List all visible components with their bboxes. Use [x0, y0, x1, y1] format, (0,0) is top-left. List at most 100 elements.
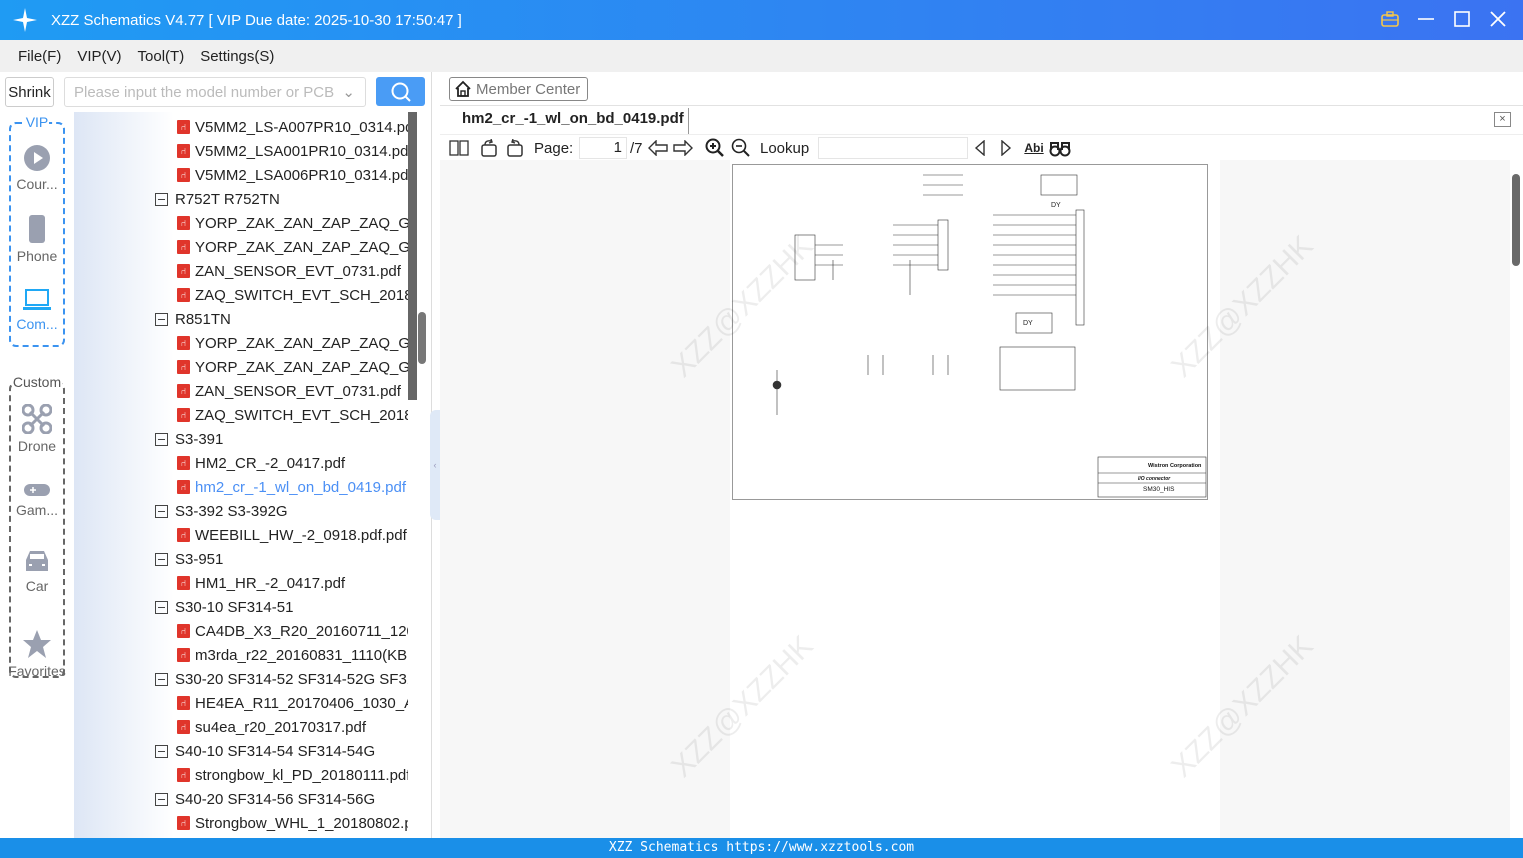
- menu-vip[interactable]: VIP(V): [77, 48, 121, 65]
- search-button[interactable]: [376, 77, 425, 106]
- tree-scrollbar[interactable]: [408, 112, 426, 838]
- tree-file-item[interactable]: ⑁ Strongbow_WHL_1_20180802.pdf: [177, 811, 418, 835]
- tree-group-item[interactable]: R851TN: [155, 307, 231, 331]
- pdf-file-icon: ⑁: [177, 816, 190, 830]
- zoom-in-icon[interactable]: [705, 135, 725, 161]
- tree-file-item[interactable]: ⑁ ZAQ_SWITCH_EVT_SCH_2018080: [177, 283, 418, 307]
- tree-item-label: WEEBILL_HW_-2_0918.pdf.pdf: [195, 526, 407, 544]
- collapse-toggle-icon[interactable]: [155, 504, 168, 518]
- tree-group-item[interactable]: S40-10 SF314-54 SF314-54G: [155, 739, 375, 763]
- rail-label: Car: [25, 578, 49, 594]
- find-previous-icon[interactable]: [972, 135, 988, 161]
- menu-file[interactable]: File(F): [18, 48, 61, 65]
- collapse-toggle-icon[interactable]: [155, 552, 168, 566]
- tree-item-label: YORP_ZAK_ZAN_ZAP_ZAQ_GLK: [195, 214, 418, 232]
- page-number-input[interactable]: 1: [579, 137, 627, 159]
- collapse-toggle-icon[interactable]: [155, 312, 168, 326]
- tree-group-item[interactable]: S30-10 SF314-51: [155, 595, 293, 619]
- viewer-scrollbar[interactable]: [1510, 160, 1523, 838]
- tab-document[interactable]: hm2_cr_-1_wl_on_bd_0419.pdf: [462, 110, 684, 127]
- pdf-file-icon: ⑁: [177, 336, 190, 350]
- tree-file-item[interactable]: ⑁ HM1_HR_-2_0417.pdf: [177, 571, 345, 595]
- model-search-input[interactable]: Please input the model number or PCB ⌄: [64, 77, 366, 107]
- tree-file-item[interactable]: ⑁ strongbow_kl_PD_20180111.pdf: [177, 763, 410, 787]
- tree-file-item[interactable]: ⑁ ZAQ_SWITCH_EVT_SCH_2018080: [177, 403, 418, 427]
- tree-item-label: R752T R752TN: [175, 190, 280, 208]
- tree-file-item[interactable]: ⑁ V5MM2_LS-A007PR10_0314.pdf: [177, 115, 418, 139]
- pdf-file-icon: ⑁: [177, 456, 190, 470]
- tree-group-item[interactable]: S3-392 S3-392G: [155, 499, 288, 523]
- pdf-file-icon: ⑁: [177, 240, 190, 254]
- tree-group-item[interactable]: R752T R752TN: [155, 187, 280, 211]
- tree-file-item[interactable]: ⑁ YORP_ZAK_ZAN_ZAP_ZAQ_GLK: [177, 235, 418, 259]
- tree-file-item[interactable]: ⑁ YORP_ZAK_ZAN_ZAP_ZAQ_GLK: [177, 211, 418, 235]
- shrink-button[interactable]: Shrink: [5, 77, 54, 107]
- tree-file-item[interactable]: ⑁ ZAN_SENSOR_EVT_0731.pdf: [177, 259, 401, 283]
- pdf-file-icon: ⑁: [177, 144, 190, 158]
- lookup-input[interactable]: [818, 137, 968, 159]
- tree-group-item[interactable]: S30-20 SF314-52 SF314-52G SF314: [155, 667, 418, 691]
- binoculars-icon[interactable]: [1049, 135, 1071, 161]
- tree-group-item[interactable]: S3-951: [155, 547, 223, 571]
- rotate-right-icon[interactable]: [504, 135, 526, 161]
- schematic-label-dy: DY: [1051, 202, 1061, 209]
- tree-file-item[interactable]: ⑁ CA4DB_X3_R20_20160711_1200.: [177, 619, 418, 643]
- tree-file-item[interactable]: ⑁ YORP_ZAK_ZAN_ZAP_ZAQ_GLK: [177, 355, 418, 379]
- collapse-toggle-icon[interactable]: [155, 792, 168, 806]
- pdf-viewer[interactable]: DY DY Wistron Corporation I/O connector …: [440, 160, 1523, 838]
- collapse-toggle-icon[interactable]: [155, 672, 168, 686]
- menu-tool[interactable]: Tool(T): [138, 48, 185, 65]
- tree-item-label: Strongbow_WHL_1_20180802.pdf: [195, 814, 418, 832]
- tree-group-item[interactable]: S3-391: [155, 427, 223, 451]
- collapse-toggle-icon[interactable]: [155, 192, 168, 206]
- rail-item-car[interactable]: Car: [0, 548, 74, 594]
- tree-file-item[interactable]: ⑁ V5MM2_LSA006PR10_0314.pdf: [177, 163, 413, 187]
- menu-settings[interactable]: Settings(S): [200, 48, 274, 65]
- collapse-panel-handle[interactable]: ‹: [430, 410, 440, 520]
- pdf-file-icon: ⑁: [177, 480, 190, 494]
- menu-bar: File(F) VIP(V) Tool(T) Settings(S): [0, 40, 1523, 72]
- maximize-button[interactable]: [1451, 8, 1473, 30]
- rail-item-favorites[interactable]: Favorites: [0, 629, 74, 679]
- chevron-down-icon[interactable]: ⌄: [342, 83, 355, 101]
- rail-item-courses[interactable]: Cour...: [0, 144, 74, 192]
- tree-file-item[interactable]: ⑁ m3rda_r22_20160831_1110(KBL): [177, 643, 418, 667]
- tree-file-item[interactable]: ⑁ WEEBILL_HW_-2_0918.pdf.pdf: [177, 523, 407, 547]
- tree-group-item[interactable]: S40-20 SF314-56 SF314-56G: [155, 787, 375, 811]
- schematic-drawing: DY DY Wistron Corporation I/O connector …: [772, 174, 1207, 498]
- left-pane: Shrink Please input the model number or …: [0, 72, 432, 838]
- collapse-toggle-icon[interactable]: [155, 744, 168, 758]
- minimize-button[interactable]: [1415, 8, 1437, 30]
- rail-item-games[interactable]: Gam...: [0, 482, 74, 518]
- close-document-icon[interactable]: ×: [1494, 112, 1511, 127]
- zoom-out-icon[interactable]: [731, 135, 751, 161]
- rail-item-drone[interactable]: Drone: [0, 404, 74, 454]
- tree-file-item[interactable]: ⑁ HE4EA_R11_20170406_1030_Ace: [177, 691, 418, 715]
- tree-item-label: m3rda_r22_20160831_1110(KBL): [195, 646, 418, 664]
- next-page-icon[interactable]: [673, 135, 693, 161]
- tree-file-item[interactable]: ⑁ su4ea_r20_20170317.pdf: [177, 715, 366, 739]
- tree-file-item[interactable]: ⑁ HM2_CR_-2_0417.pdf: [177, 451, 345, 475]
- find-next-icon[interactable]: [998, 135, 1014, 161]
- rail-item-computer[interactable]: Com...: [0, 288, 74, 332]
- match-case-icon[interactable]: Abi: [1023, 135, 1045, 161]
- tree-item-label: HM1_HR_-2_0417.pdf: [195, 574, 346, 592]
- gamepad-icon: [24, 484, 50, 496]
- close-button[interactable]: [1487, 8, 1509, 30]
- tree-file-item[interactable]: ⑁ YORP_ZAK_ZAN_ZAP_ZAQ_GLK: [177, 331, 418, 355]
- briefcase-icon[interactable]: [1379, 8, 1401, 30]
- pdf-file-icon: ⑁: [177, 696, 190, 710]
- tree-file-item[interactable]: ⑁ V5MM2_LSA001PR10_0314.pdf: [177, 139, 413, 163]
- previous-page-icon[interactable]: [648, 135, 668, 161]
- pdf-file-icon: ⑁: [177, 120, 190, 134]
- play-icon: [24, 145, 50, 171]
- collapse-toggle-icon[interactable]: [155, 432, 168, 446]
- collapse-toggle-icon[interactable]: [155, 600, 168, 614]
- two-page-view-icon[interactable]: [448, 135, 470, 161]
- rotate-left-icon[interactable]: [478, 135, 500, 161]
- member-center-button[interactable]: Member Center: [449, 77, 588, 101]
- tree-file-item[interactable]: ⑁ ZAN_SENSOR_EVT_0731.pdf: [177, 379, 401, 403]
- rail-item-phone[interactable]: Phone: [0, 214, 74, 264]
- lookup-label: Lookup: [760, 139, 810, 157]
- tree-file-item[interactable]: ⑁ hm2_cr_-1_wl_on_bd_0419.pdf: [177, 475, 406, 499]
